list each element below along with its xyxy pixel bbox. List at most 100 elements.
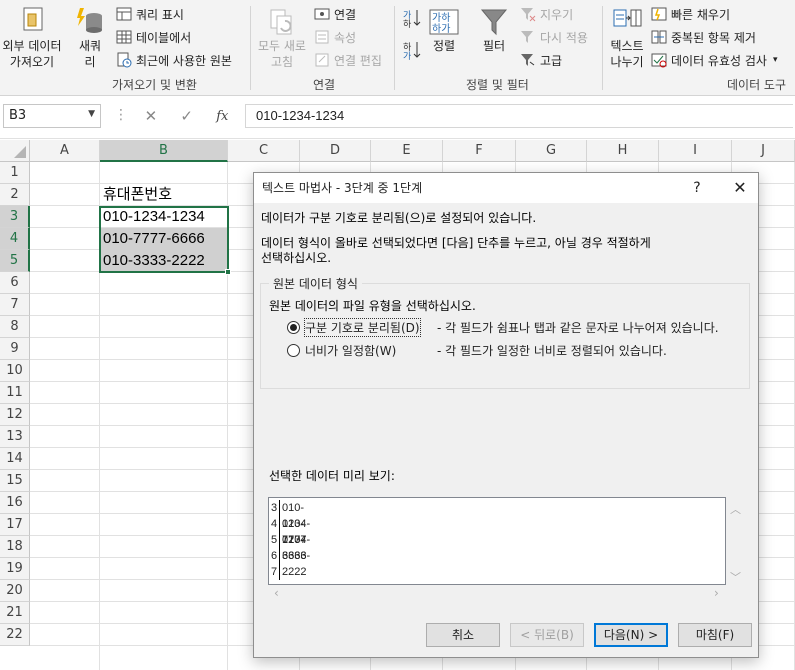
formula-buttons: ✕ ✓ fx — [133, 104, 240, 128]
radio-delimited[interactable] — [287, 321, 300, 334]
remove-duplicates-button[interactable]: 중복된 항목 제거 — [651, 28, 756, 46]
row-header[interactable]: 19 — [0, 558, 30, 580]
select-all-corner[interactable] — [0, 140, 30, 162]
flash-fill-button[interactable]: 빠른 채우기 — [651, 5, 730, 23]
row-header[interactable]: 22 — [0, 624, 30, 646]
properties-button[interactable]: 속성 — [314, 28, 356, 46]
close-icon[interactable]: ✕ — [722, 173, 758, 203]
filter-funnel-icon — [480, 9, 508, 36]
column-header[interactable]: A — [30, 140, 100, 162]
row-header[interactable]: 4 — [0, 228, 30, 250]
row-header[interactable]: 21 — [0, 602, 30, 624]
column-header[interactable]: J — [732, 140, 795, 162]
row-header[interactable]: 16 — [0, 492, 30, 514]
row-header[interactable]: 12 — [0, 404, 30, 426]
column-header[interactable]: D — [300, 140, 371, 162]
row-header[interactable]: 6 — [0, 272, 30, 294]
radio-fixed-width[interactable] — [287, 344, 300, 357]
get-external-data-button[interactable]: 외부 데이터 가져오기 — [0, 6, 64, 70]
row-header[interactable]: 5 — [0, 250, 30, 272]
recent-sources-button[interactable]: 최근에 사용한 원본 — [116, 51, 232, 69]
sort-az-icon: 가 하 — [403, 10, 421, 28]
column-header[interactable]: F — [443, 140, 516, 162]
get-external-line1: 외부 데이터 — [2, 39, 62, 53]
row-header[interactable]: 10 — [0, 360, 30, 382]
new-query-line2: 리 — [84, 55, 96, 69]
flash-fill-label: 빠른 채우기 — [671, 7, 731, 22]
sort-az-button[interactable]: 가 하 — [400, 8, 422, 28]
chevron-right-icon[interactable]: › — [714, 586, 719, 600]
column-header[interactable]: C — [228, 140, 300, 162]
row-header[interactable]: 11 — [0, 382, 30, 404]
next-button[interactable]: 다음(N) > — [594, 623, 668, 647]
finish-button[interactable]: 마침(F) — [678, 623, 752, 647]
help-icon[interactable]: ? — [682, 173, 712, 203]
source-format-group: 원본 데이터 형식 원본 데이터의 파일 유형을 선택하십시오. 구분 기호로 … — [260, 275, 750, 389]
chevron-down-icon[interactable]: ▾ — [773, 55, 778, 65]
row-header[interactable]: 8 — [0, 316, 30, 338]
chevron-up-icon[interactable]: ︿ — [730, 501, 741, 517]
column-header[interactable]: G — [516, 140, 587, 162]
dialog-line3: 선택하십시오. — [261, 251, 332, 265]
row-header[interactable]: 20 — [0, 580, 30, 602]
table-icon — [116, 29, 132, 45]
chevron-down-icon[interactable]: ▼ — [88, 109, 95, 119]
row-header[interactable]: 13 — [0, 426, 30, 448]
radio-fixed-width-label[interactable]: 너비가 일정함(W) — [305, 342, 396, 359]
refresh-all-line1: 모두 새로 — [258, 39, 306, 53]
flash-fill-icon — [651, 6, 667, 22]
cancel-icon[interactable]: ✕ — [145, 107, 158, 125]
sort-za-button[interactable]: 하 가 — [400, 40, 422, 60]
chevron-left-icon[interactable]: ‹ — [274, 586, 279, 600]
enter-check-icon[interactable]: ✓ — [180, 107, 193, 125]
show-queries-button[interactable]: 쿼리 표시 — [116, 5, 184, 23]
column-header[interactable]: H — [587, 140, 659, 162]
sort-label: 정렬 — [432, 39, 456, 53]
column-header[interactable]: I — [659, 140, 732, 162]
sort-dialog-icon: 가하 하가 — [429, 9, 459, 35]
from-table-button[interactable]: 테이블에서 — [116, 28, 191, 46]
preview-row-number: 6 — [269, 548, 280, 564]
advanced-filter-button[interactable]: 고급 — [520, 51, 562, 69]
row-header[interactable]: 9 — [0, 338, 30, 360]
remove-duplicates-icon — [651, 29, 667, 45]
refresh-all-button[interactable]: 모두 새로 고침 — [256, 6, 308, 70]
row-header[interactable]: 3 — [0, 206, 30, 228]
row-header[interactable]: 15 — [0, 470, 30, 492]
show-queries-label: 쿼리 표시 — [136, 7, 184, 22]
cell-b2[interactable]: 휴대폰번호 — [100, 184, 228, 206]
new-query-button[interactable]: 새쿼 리 — [70, 6, 110, 70]
text-to-columns-button[interactable]: 텍스트 나누기 — [606, 6, 648, 70]
row-header[interactable]: 2 — [0, 184, 30, 206]
insert-function-icon[interactable]: fx — [216, 109, 228, 124]
connections-label: 연결 — [334, 7, 357, 22]
row-header[interactable]: 7 — [0, 294, 30, 316]
row-header[interactable]: 18 — [0, 536, 30, 558]
column-header[interactable]: B — [100, 140, 228, 162]
row-header[interactable]: 14 — [0, 448, 30, 470]
group-label-data-tools: 데이터 도구 — [727, 78, 787, 92]
chevron-down-icon[interactable]: ﹀ — [730, 569, 741, 585]
row-header[interactable]: 17 — [0, 514, 30, 536]
clear-filter-button[interactable]: 지우기 — [520, 5, 573, 23]
formula-input[interactable]: 010-1234-1234 — [245, 104, 793, 128]
sort-button[interactable]: 가하 하가 정렬 — [426, 6, 462, 54]
column-header[interactable]: E — [371, 140, 443, 162]
reapply-button[interactable]: 다시 적용 — [520, 28, 588, 46]
connections-button[interactable]: 연결 — [314, 5, 356, 23]
row-header[interactable]: 1 — [0, 162, 30, 184]
ribbon: 외부 데이터 가져오기 새쿼 리 쿼리 표시 테이블에서 최근에 사용한 원본 … — [0, 0, 795, 96]
radio-delimited-label[interactable]: 구분 기호로 분리됨(D) — [304, 318, 421, 337]
fill-handle[interactable] — [225, 269, 231, 275]
group-label-sort-filter: 정렬 및 필터 — [466, 78, 529, 92]
data-preview[interactable]: 3 010-1234-1234 4 010-7777-6666 5 010-3333-22… — [268, 497, 726, 585]
cancel-button[interactable]: 취소 — [426, 623, 500, 647]
filter-button[interactable]: 필터 — [476, 6, 512, 54]
text-wizard-dialog: 텍스트 마법사 - 3단계 중 1단계 ? ✕ 데이터가 구분 기호로 분리됨(… — [253, 172, 759, 658]
data-validation-button[interactable]: 데이터 유효성 검사 ▾ — [651, 51, 777, 69]
reapply-icon — [520, 29, 536, 45]
name-box[interactable]: B3 ▼ — [3, 104, 101, 128]
back-button[interactable]: < 뒤로(B) — [510, 623, 584, 647]
edit-links-button[interactable]: 연결 편집 — [314, 51, 382, 69]
more-options-icon[interactable]: ⋮ — [114, 107, 128, 123]
